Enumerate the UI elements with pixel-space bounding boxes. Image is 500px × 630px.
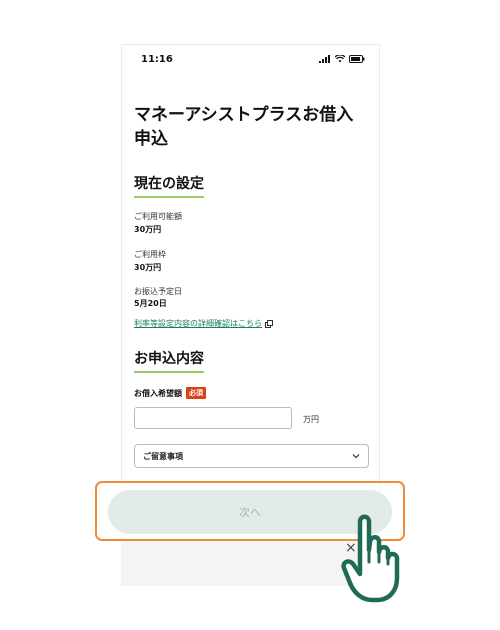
available-amount-label: ご利用可能額: [134, 212, 182, 221]
status-bar: 11:16: [122, 45, 379, 75]
wifi-icon: [335, 55, 345, 63]
details-link-text[interactable]: 利率等設定内容の詳細確認はこちら: [134, 318, 262, 329]
amount-field-label: お借入希望額 必須: [134, 387, 206, 399]
amount-input[interactable]: [134, 407, 292, 429]
application-heading: お申込内容: [134, 348, 204, 373]
transfer-date-value: 5月20日: [134, 299, 167, 308]
required-badge: 必須: [186, 387, 206, 399]
amount-unit: 万円: [303, 415, 319, 424]
credit-limit-value: 30万円: [134, 263, 162, 272]
details-link[interactable]: 利率等設定内容の詳細確認はこちら: [134, 318, 273, 329]
status-icons: [319, 55, 365, 63]
available-amount-value: 30万円: [134, 225, 162, 234]
credit-limit-label: ご利用枠: [134, 250, 166, 259]
external-link-icon: [265, 319, 273, 328]
notes-select-label: ご留意事項: [143, 451, 183, 461]
signal-icon: [319, 55, 330, 63]
transfer-date-label: お振込予定日: [134, 287, 182, 296]
current-settings-heading: 現在の設定: [134, 173, 204, 198]
pointing-hand-icon: [341, 514, 400, 603]
notes-select[interactable]: ご留意事項: [134, 444, 369, 468]
page-title: マネーアシストプラスお借入申込: [134, 105, 354, 149]
chevron-down-icon: [352, 454, 360, 459]
battery-icon: [349, 55, 365, 63]
amount-label-text: お借入希望額: [134, 388, 182, 398]
status-time: 11:16: [141, 54, 173, 65]
